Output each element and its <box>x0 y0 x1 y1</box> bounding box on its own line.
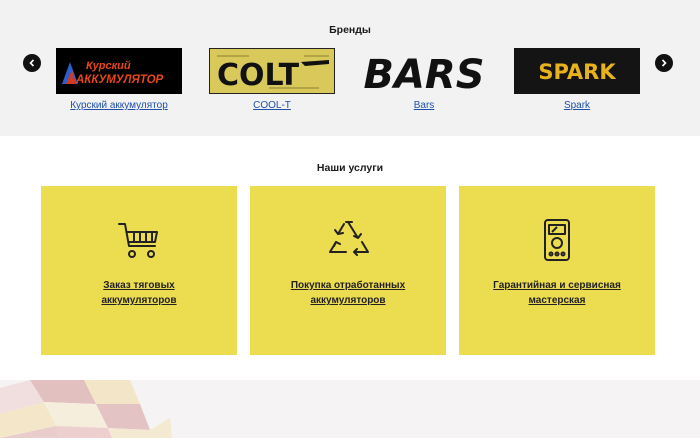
carousel-next-button[interactable] <box>655 54 673 72</box>
service-label-line2: мастерская <box>528 295 586 306</box>
brand-kursk: Курский АККУМУЛЯТОР Курский аккумулятор <box>56 48 182 111</box>
service-label-line2: аккумуляторов <box>310 295 386 306</box>
kursk-battery-logo[interactable]: Курский АККУМУЛЯТОР <box>56 48 182 94</box>
service-label-line1: Покупка отработанных <box>290 280 406 291</box>
brand-link-spark[interactable]: Spark <box>514 100 640 111</box>
brands-title: Бренды <box>329 24 371 36</box>
service-card-warranty-service[interactable]: Гарантийная и сервисная мастерская <box>459 186 655 355</box>
multimeter-icon <box>544 219 570 261</box>
svg-text:Курский: Курский <box>86 60 131 72</box>
brand-coolt: COLT COOL-T <box>209 48 335 111</box>
carousel-prev-button[interactable] <box>23 54 41 72</box>
svg-text:АККУМУЛЯТОР: АККУМУЛЯТОР <box>75 74 164 86</box>
service-label: Гарантийная и сервисная мастерская <box>469 278 645 308</box>
brands-section: Бренды Курский АККУМУЛЯТОР Курский аккум… <box>0 0 700 136</box>
brand-link-bars[interactable]: Bars <box>361 100 487 111</box>
chevron-right-icon <box>661 59 667 67</box>
brand-bars: BARS Bars <box>361 48 487 111</box>
bars-logo[interactable]: BARS <box>361 48 487 94</box>
recycle-icon <box>329 221 369 256</box>
shopping-cart-icon <box>118 223 158 258</box>
service-label: Заказ тяговых аккумуляторов <box>51 278 227 308</box>
chevron-left-icon <box>29 59 35 67</box>
brand-spark: SPARK Spark <box>514 48 640 111</box>
svg-text:BARS: BARS <box>363 52 484 94</box>
coolt-logo[interactable]: COLT <box>209 48 335 94</box>
spark-logo[interactable]: SPARK <box>514 48 640 94</box>
services-title: Наши услуги <box>316 162 384 174</box>
service-label-line1: Гарантийная и сервисная <box>493 280 621 291</box>
service-label-line1: Заказ тяговых <box>103 280 175 291</box>
svg-text:SPARK: SPARK <box>538 60 616 84</box>
brand-link-coolt[interactable]: COOL-T <box>209 100 335 111</box>
checker-pattern-decoration <box>0 380 172 438</box>
service-card-order-traction[interactable]: Заказ тяговых аккумуляторов <box>41 186 237 355</box>
footer-area <box>0 380 700 438</box>
svg-text:COLT: COLT <box>217 58 300 93</box>
service-label: Покупка отработанных аккумуляторов <box>260 278 436 308</box>
brand-link-kursk[interactable]: Курский аккумулятор <box>56 100 182 111</box>
service-label-line2: аккумуляторов <box>101 295 177 306</box>
service-card-buy-used[interactable]: Покупка отработанных аккумуляторов <box>250 186 446 355</box>
